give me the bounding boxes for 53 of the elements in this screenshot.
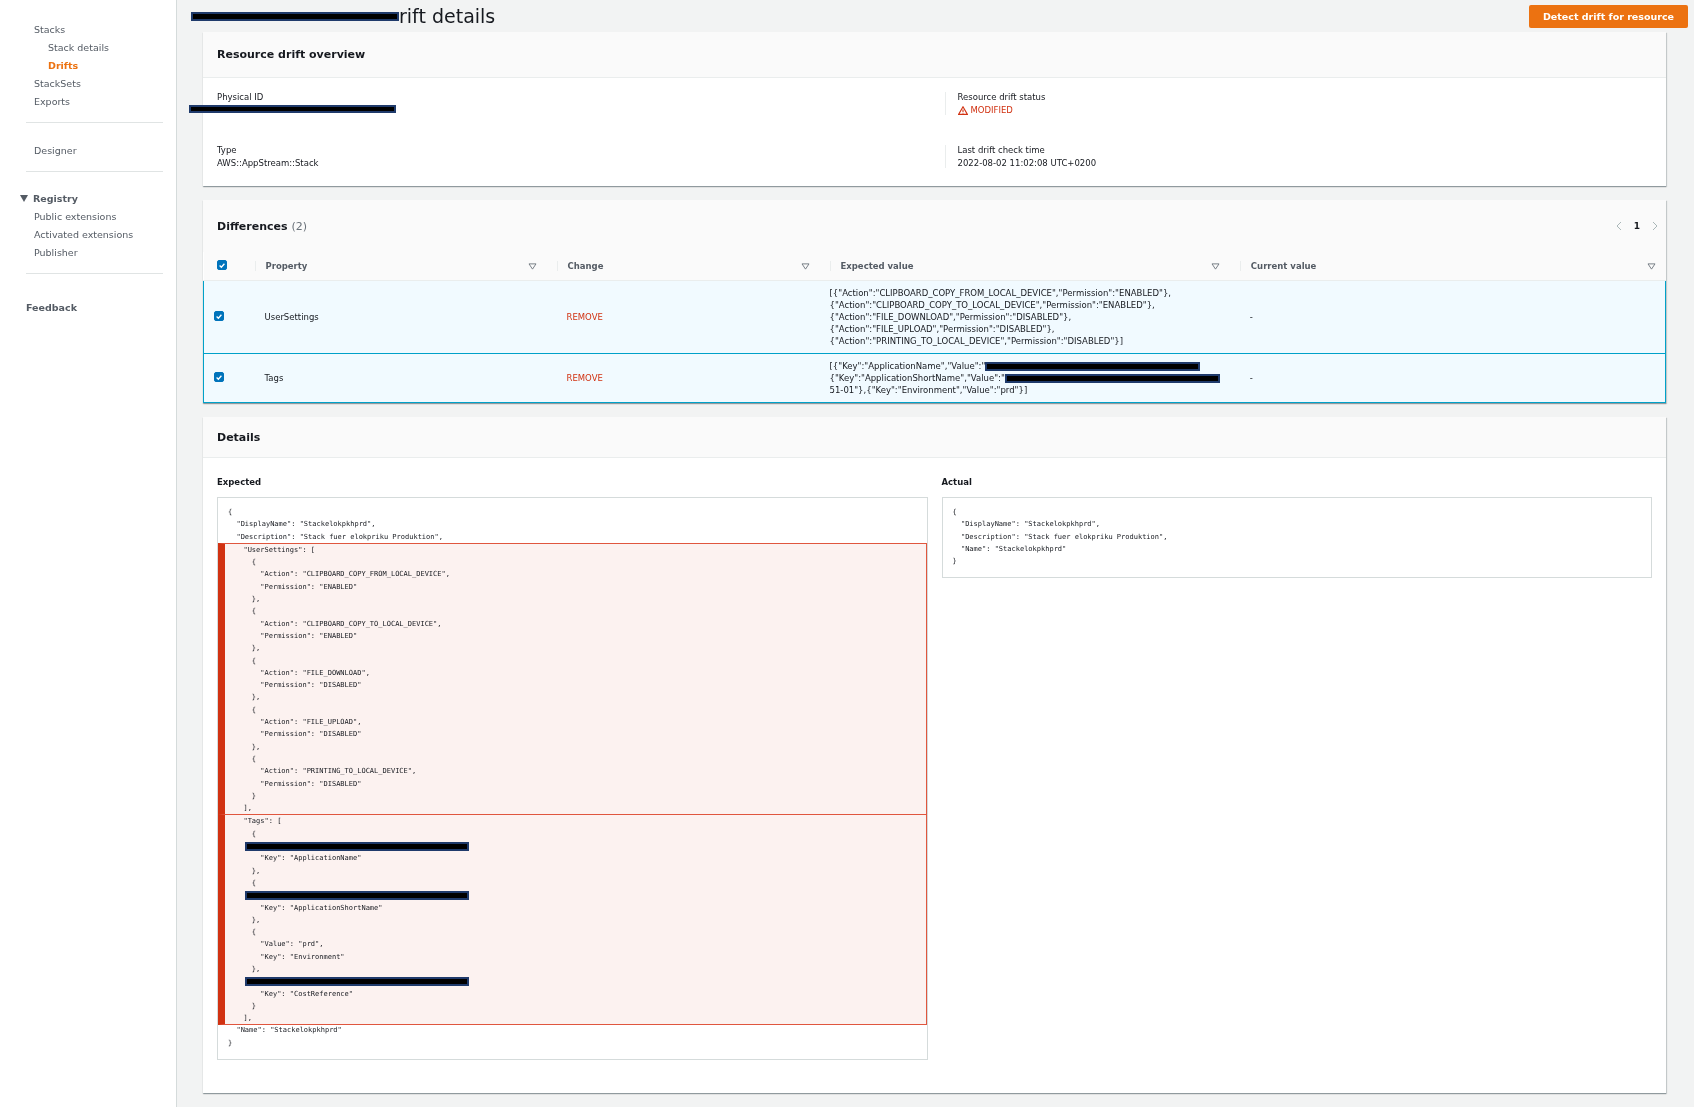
chevron-right-icon[interactable] [1652,221,1658,231]
checkbox[interactable] [216,260,227,271]
filter-icon[interactable] [1646,262,1656,270]
column-label: Actual [941,477,972,487]
table-cell-text: - [1248,373,1253,383]
table-cell: [{"Action":"CLIPBOARD_COPY_FROM_LOCAL_DEVICE","Permission":"ENABLED"}, [829,287,1172,299]
registry-toggle[interactable]: Registry [20,190,163,207]
table-cell-text: REMOVE [565,312,603,322]
sidebar-item[interactable]: Stacks [26,20,163,38]
panel-title: Details [217,430,261,444]
field-value: AWS::AppStream::Stack [217,158,320,168]
sidebar-item[interactable]: Exports [26,92,163,110]
panel-title: Differences (2) [217,219,307,233]
sidebar-item[interactable]: Designer [26,141,163,159]
table-cell-text: Tags [263,373,284,383]
chevron-left-icon[interactable] [1615,221,1622,231]
sidebar-item[interactable]: Public extensions [26,207,163,225]
filter-icon[interactable] [800,262,810,270]
field-label: Type [217,145,238,155]
filter-icon[interactable] [1210,262,1220,270]
field-label: Last drift check time [957,145,1046,155]
field-value: 2022-08-02 11:02:08 UTC+0200 [957,158,1098,168]
table-cell-text: - [1248,312,1253,322]
status-value: MODIFIED [970,105,1013,115]
table-cell-text: UserSettings [263,312,319,322]
field-label: Physical ID [217,92,265,102]
warning-icon [957,105,968,115]
page-number[interactable]: 1 [1633,221,1640,231]
table-cell: {"Action":"PRINTING_TO_LOCAL_DEVICE","Permission":"DISABLED"}] [829,335,1124,347]
table-cell: {"Action":"FILE_UPLOAD","Permission":"DISABLED"}, [829,323,1055,335]
page-title: rift details [399,5,496,27]
column-header: Expected value [840,261,914,271]
sidebar-item[interactable]: Activated extensions [26,225,163,243]
sidebar-item[interactable]: Publisher [26,243,163,261]
table-cell: [{"Key":"ApplicationName","Value":" [829,360,986,372]
checkbox[interactable] [214,372,224,383]
sidebar-item[interactable]: Feedback [26,298,163,316]
panel-title: Resource drift overview [217,48,366,61]
filter-icon[interactable] [527,262,537,270]
caret-icon [20,195,28,202]
sidebar-item[interactable]: StackSets [26,74,163,92]
table-cell: {"Action":"FILE_DOWNLOAD","Permission":"DISABLED"}, [829,311,1072,323]
table-cell: {"Key":"ApplicationShortName","Value":" [829,372,1005,384]
table-cell: 51-01"},{"Key":"Environment","Value":"prd"}] [829,384,1028,396]
column-header: Change [567,261,604,271]
checkbox[interactable] [214,311,224,322]
column-header: Property [265,261,308,271]
sidebar-item[interactable]: Stack details [26,38,163,56]
column-label: Expected [217,477,262,487]
column-header: Current value [1250,261,1317,271]
field-label: Resource drift status [957,92,1047,102]
table-cell: {"Action":"CLIPBOARD_COPY_TO_LOCAL_DEVICE","Permission":"ENABLED"}, [829,299,1155,311]
table-cell-text: REMOVE [565,373,603,383]
